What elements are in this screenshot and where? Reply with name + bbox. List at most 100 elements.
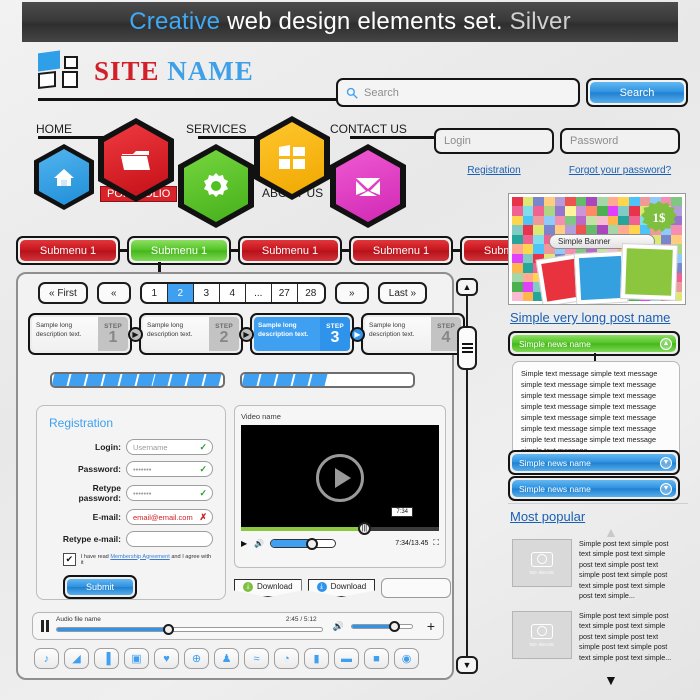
submit-button[interactable]: Submit xyxy=(63,575,137,599)
sidebar-post-title[interactable]: Simple very long post name xyxy=(510,310,670,325)
volume-icon[interactable]: 🔊 xyxy=(333,621,344,632)
news-accordion-item-2[interactable]: Simple news name ▼ xyxy=(508,450,680,475)
eye-icon[interactable]: ◉ xyxy=(394,648,419,669)
agreement-text-pre: I have read xyxy=(80,553,109,560)
step-item-1[interactable]: Sample long description text. STEP 1 xyxy=(28,313,132,355)
chevron-down-circle-icon: ▼ xyxy=(660,482,672,495)
popular-list-item[interactable]: NO IMAGE Simple post text simple post te… xyxy=(512,539,679,602)
registration-field-login: Login: Username ✓ xyxy=(49,439,213,455)
step-item-4[interactable]: Sample long description text. STEP 4 xyxy=(361,313,465,355)
submenu-item-2[interactable]: Submenu 1 xyxy=(127,236,231,265)
video-progress-track[interactable] xyxy=(241,527,439,531)
music-note-icon[interactable]: ♪ xyxy=(34,648,59,669)
registration-form: Registration Login: Username ✓ Password:… xyxy=(36,405,226,600)
pagination-page-4[interactable]: 4 xyxy=(220,284,246,302)
video-camera-icon[interactable]: ▣ xyxy=(124,648,149,669)
step-item-2[interactable]: Sample long description text. STEP 2 xyxy=(139,313,243,355)
empty-button[interactable] xyxy=(381,578,452,598)
login-input[interactable]: Login xyxy=(434,128,554,154)
nav-item-portfolio[interactable] xyxy=(98,118,174,202)
fullscreen-icon[interactable]: ⛶ xyxy=(433,538,439,548)
chart-bars-icon[interactable]: ▐ xyxy=(94,648,119,669)
checkbox-check-icon: ✔ xyxy=(65,554,74,564)
password-input[interactable]: Password xyxy=(560,128,680,154)
step-progress: Sample long description text. STEP 1 ▶ S… xyxy=(28,313,465,355)
video-screen[interactable]: 7:34 ||| xyxy=(241,425,439,535)
pagination-page-3[interactable]: 3 xyxy=(194,284,220,302)
nav-item-services[interactable] xyxy=(178,144,254,228)
tiles-icon xyxy=(254,116,330,200)
password-field-input[interactable]: ••••••• ✓ xyxy=(126,461,213,477)
step-item-3[interactable]: Sample long description text. STEP 3 xyxy=(250,313,354,355)
popular-list-item[interactable]: NO IMAGE Simple post text simple post te… xyxy=(512,611,679,663)
progress-segment xyxy=(343,374,361,386)
download-button-2[interactable]: ⤓ Download xyxy=(307,579,376,597)
pagination-prev[interactable]: « xyxy=(96,282,131,304)
camera-icon xyxy=(531,623,553,639)
submenu-item-1[interactable]: Submenu 1 xyxy=(16,236,120,265)
submenu-item-3[interactable]: Submenu 1 xyxy=(238,236,342,265)
scroll-down-button[interactable]: ▼ xyxy=(456,656,478,674)
membership-agreement-link[interactable]: Membership Agreement xyxy=(110,554,169,560)
sidebar-divider xyxy=(508,503,688,504)
search-button[interactable]: Search xyxy=(586,78,688,107)
play-icon[interactable] xyxy=(316,454,364,502)
heart-icon[interactable]: ♥ xyxy=(154,648,179,669)
pagination-next[interactable]: » xyxy=(334,282,369,304)
volume-icon[interactable]: 🔊 xyxy=(254,539,264,548)
pagination-page-2[interactable]: 2 xyxy=(167,284,194,302)
briefcase-icon[interactable]: ▬ xyxy=(334,648,359,669)
most-popular-title[interactable]: Most popular xyxy=(510,509,585,524)
vertical-scrollbar[interactable]: ▲ ▼ xyxy=(456,278,478,674)
progress-segment xyxy=(119,374,138,386)
pagination-last[interactable]: Last » xyxy=(377,282,428,304)
agreement-checkbox[interactable]: ✔ xyxy=(63,553,76,566)
site-name-part1: SITE xyxy=(94,55,160,86)
pause-icon[interactable] xyxy=(41,620,49,632)
nav-item-contact-us[interactable] xyxy=(330,144,406,228)
user-icon[interactable]: ♟ xyxy=(214,648,239,669)
retype-email-field-input[interactable] xyxy=(126,531,213,547)
tag-icon[interactable]: ◢ xyxy=(64,648,89,669)
email-field-input[interactable]: email@email.com ✗ xyxy=(126,509,213,525)
trash-icon[interactable]: ▮ xyxy=(304,648,329,669)
pagination-page-28[interactable]: 28 xyxy=(298,284,324,302)
save-icon[interactable]: ■ xyxy=(364,648,389,669)
nav-item-home[interactable] xyxy=(34,144,94,210)
popular-scroll-up-icon[interactable]: ▲ xyxy=(604,524,618,540)
search-input[interactable]: Search xyxy=(336,78,580,107)
search-placeholder: Search xyxy=(364,86,399,99)
nav-label-home[interactable]: HOME xyxy=(36,122,72,136)
submenu-item-4[interactable]: Submenu 1 xyxy=(349,236,453,265)
forgot-password-link[interactable]: Forgot your password? xyxy=(569,165,671,176)
popular-scroll-down-icon[interactable]: ▼ xyxy=(604,672,618,688)
volume-slider[interactable] xyxy=(270,537,337,550)
news-accordion-item-3[interactable]: Simple news name ▼ xyxy=(508,476,680,501)
add-button[interactable]: + xyxy=(427,618,435,634)
simple-banner[interactable]: 1$ Simple Banner xyxy=(508,193,686,305)
nav-item-about-us[interactable] xyxy=(254,116,330,200)
audio-progress-slider[interactable] xyxy=(56,624,323,635)
login-field-input[interactable]: Username ✓ xyxy=(126,439,213,455)
registration-link[interactable]: Registration xyxy=(467,165,520,176)
globe-icon[interactable]: ⊕ xyxy=(184,648,209,669)
play-button[interactable]: ▶ xyxy=(241,539,247,548)
progress-segment xyxy=(275,374,294,386)
audio-volume-slider[interactable] xyxy=(350,620,413,632)
nav-label-services[interactable]: SERVICES xyxy=(186,122,246,136)
brand-logo[interactable]: SITE NAME xyxy=(38,50,254,90)
submenu-label: Submenu 1 xyxy=(353,240,449,261)
clock-icon[interactable]: ◔ xyxy=(274,648,299,669)
video-progress-handle[interactable]: ||| xyxy=(357,522,371,535)
scroll-up-button[interactable]: ▲ xyxy=(456,278,478,296)
step-number: 4 xyxy=(441,329,451,346)
pagination-page-27[interactable]: 27 xyxy=(272,284,298,302)
pagination-page-1[interactable]: 1 xyxy=(142,284,168,302)
scrollbar-grip[interactable] xyxy=(457,326,477,370)
rss-icon[interactable]: ≈ xyxy=(244,648,269,669)
retype-password-field-input[interactable]: ••••••• ✓ xyxy=(126,485,213,501)
agreement-text: I have read Membership Agreement and I a… xyxy=(81,554,213,566)
download-button-1[interactable]: ⤓ Download xyxy=(234,579,302,597)
nav-label-contact-us[interactable]: CONTACT US xyxy=(330,122,407,136)
pagination-first[interactable]: « First xyxy=(38,282,88,304)
